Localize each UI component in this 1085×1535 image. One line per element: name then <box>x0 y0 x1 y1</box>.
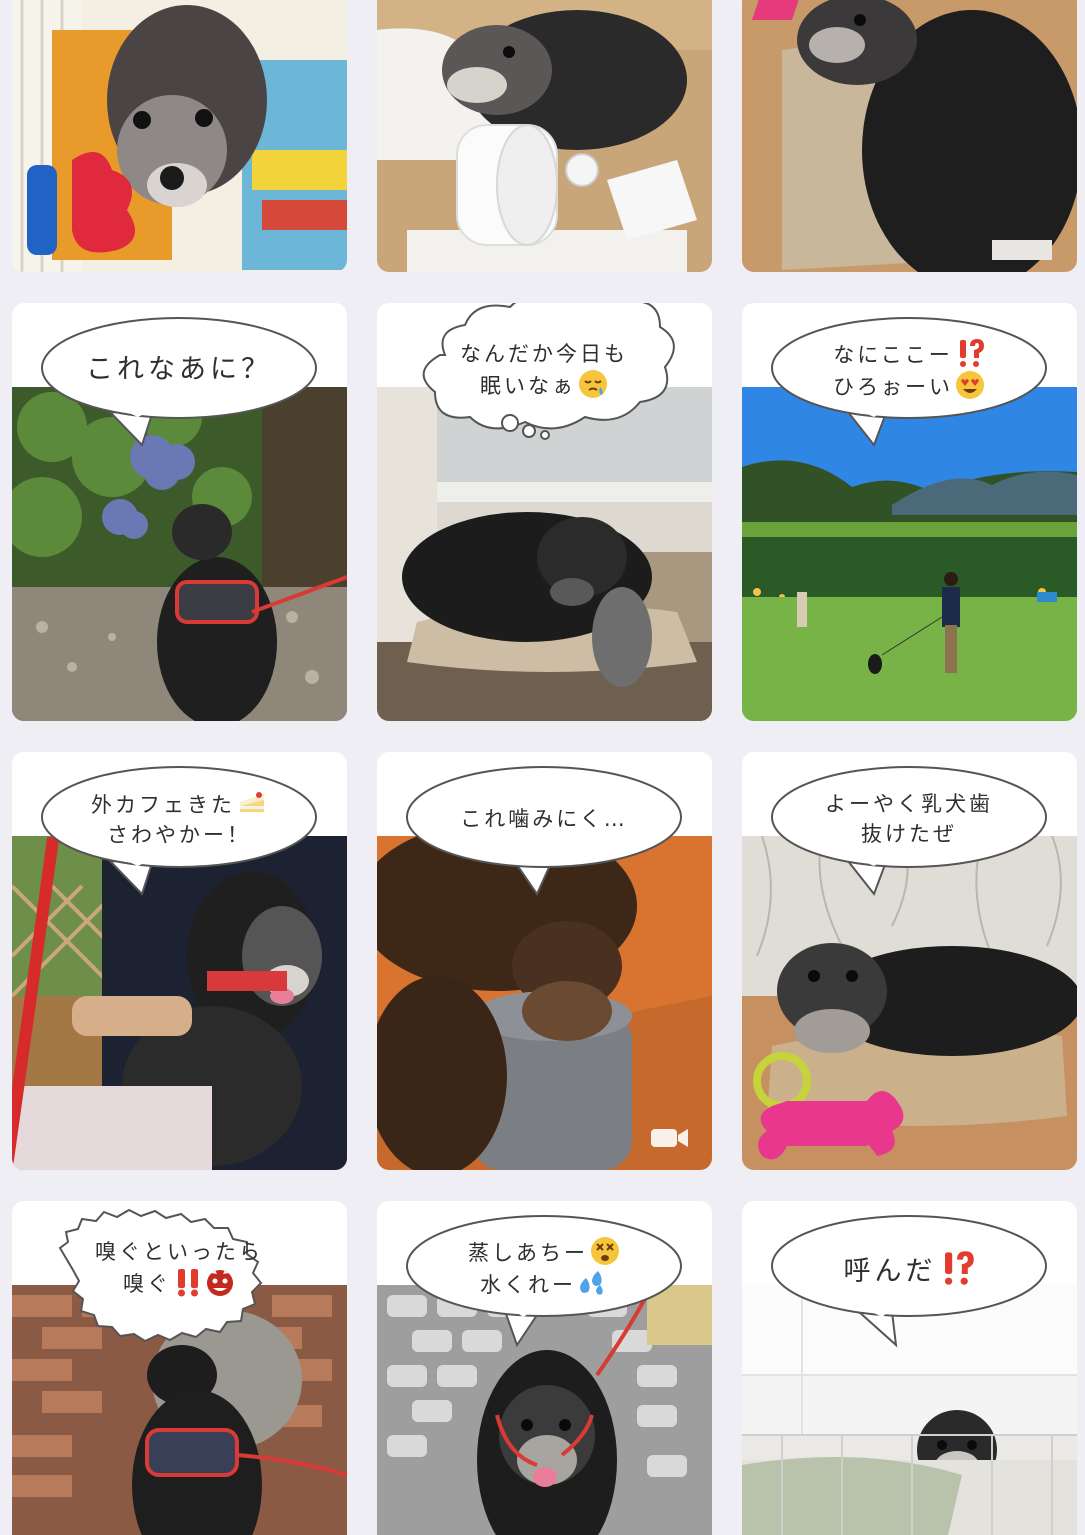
speech-bubble: よーやく乳犬歯 抜けたぜ <box>770 764 1048 897</box>
photo-card[interactable]: 呼んだ <box>742 1201 1077 1535</box>
thought-bubble: なんだか今日も 眠いなぁ <box>405 303 683 440</box>
caption-line: よーやく乳犬歯 <box>825 792 993 816</box>
caption-text: これなあに？ <box>58 333 300 407</box>
photo-card[interactable]: これなあに？ <box>12 303 347 721</box>
photo-card[interactable]: なにここー ひろぉーい <box>742 303 1077 721</box>
photo-card[interactable]: 嗅ぐといったら 嗅ぐ <box>12 1201 347 1535</box>
exclamation-question-icon <box>959 339 984 367</box>
photo-card[interactable] <box>12 0 347 272</box>
dog-on-lawn-photo <box>742 387 1077 721</box>
caption-line: さわやかー！ <box>107 823 251 847</box>
dizzy-face-icon <box>591 1237 619 1265</box>
caption-line: 蒸しあちー <box>468 1241 588 1265</box>
photo-card[interactable] <box>377 0 712 272</box>
speech-bubble: なにここー ひろぉーい <box>770 315 1048 448</box>
photo-card[interactable]: 外カフェきた さわやかー！ <box>12 752 347 1170</box>
caption-line: これ噛みにく… <box>460 807 628 831</box>
caption-text: 嗅ぐといったら 嗅ぐ <box>58 1231 300 1305</box>
speech-bubble: 蒸しあちー 水くれー <box>405 1213 683 1348</box>
cake-icon <box>240 792 264 812</box>
caption-line: 外カフェきた <box>91 793 235 817</box>
caption-text: 蒸しあちー 水くれー <box>423 1231 665 1305</box>
speech-bubble: これなあに？ <box>40 315 318 447</box>
dog-by-hydrangea-photo <box>12 387 347 721</box>
dog-in-cafe-photo <box>12 836 347 1170</box>
shout-bubble: 嗅ぐといったら 嗅ぐ <box>40 1208 318 1343</box>
dog-with-bottle-photo <box>377 0 712 272</box>
exclamation-question-icon <box>944 1250 974 1285</box>
speech-bubble: 呼んだ <box>770 1213 1048 1348</box>
dog-with-bone-photo <box>742 836 1077 1170</box>
caption-text: 呼んだ <box>788 1231 1030 1305</box>
video-icon <box>651 1129 688 1147</box>
caption-line: 呼んだ <box>843 1255 937 1287</box>
caption-line: 水くれー <box>480 1273 576 1297</box>
caption-text: 外カフェきた さわやかー！ <box>58 782 300 856</box>
dog-chewing-photo <box>377 836 712 1170</box>
double-exclamation-icon <box>178 1269 198 1297</box>
dog-with-toys-photo <box>12 0 347 272</box>
caption-line: ひろぉーい <box>833 375 953 399</box>
caption-line: なにここー <box>833 343 953 367</box>
speech-bubble: これ噛みにく… <box>405 764 683 897</box>
photo-card[interactable]: よーやく乳犬歯 抜けたぜ <box>742 752 1077 1170</box>
caption-line: 嗅ぐといったら <box>95 1240 263 1264</box>
caption-line: 嗅ぐ <box>123 1272 171 1296</box>
caption-line: 抜けたぜ <box>861 822 957 846</box>
caption-text: これ噛みにく… <box>423 782 665 856</box>
caption-text: なにここー ひろぉーい <box>788 333 1030 407</box>
sweat-drops-icon <box>580 1271 603 1295</box>
caption-line: 眠いなぁ <box>480 374 576 398</box>
speech-bubble: 外カフェきた さわやかー！ <box>40 764 318 896</box>
sleepy-face-icon <box>579 370 607 398</box>
caption-text: なんだか今日も 眠いなぁ <box>423 333 665 407</box>
dog-on-cushion-photo <box>742 0 1077 272</box>
caption-line: これなあに？ <box>86 354 272 385</box>
photo-card[interactable]: なんだか今日も 眠いなぁ <box>377 303 712 721</box>
ogre-icon <box>207 1268 233 1296</box>
caption-line: なんだか今日も <box>460 342 628 366</box>
photo-card[interactable]: 蒸しあちー 水くれー <box>377 1201 712 1535</box>
photo-grid: これなあに？ なんだか今日も 眠いなぁ なにここー ひろぉーい 外カフェきた さ… <box>0 0 1085 1535</box>
heart-eyes-icon <box>956 371 984 399</box>
photo-card[interactable]: これ噛みにく… <box>377 752 712 1170</box>
caption-text: よーやく乳犬歯 抜けたぜ <box>788 782 1030 856</box>
photo-card[interactable] <box>742 0 1077 272</box>
